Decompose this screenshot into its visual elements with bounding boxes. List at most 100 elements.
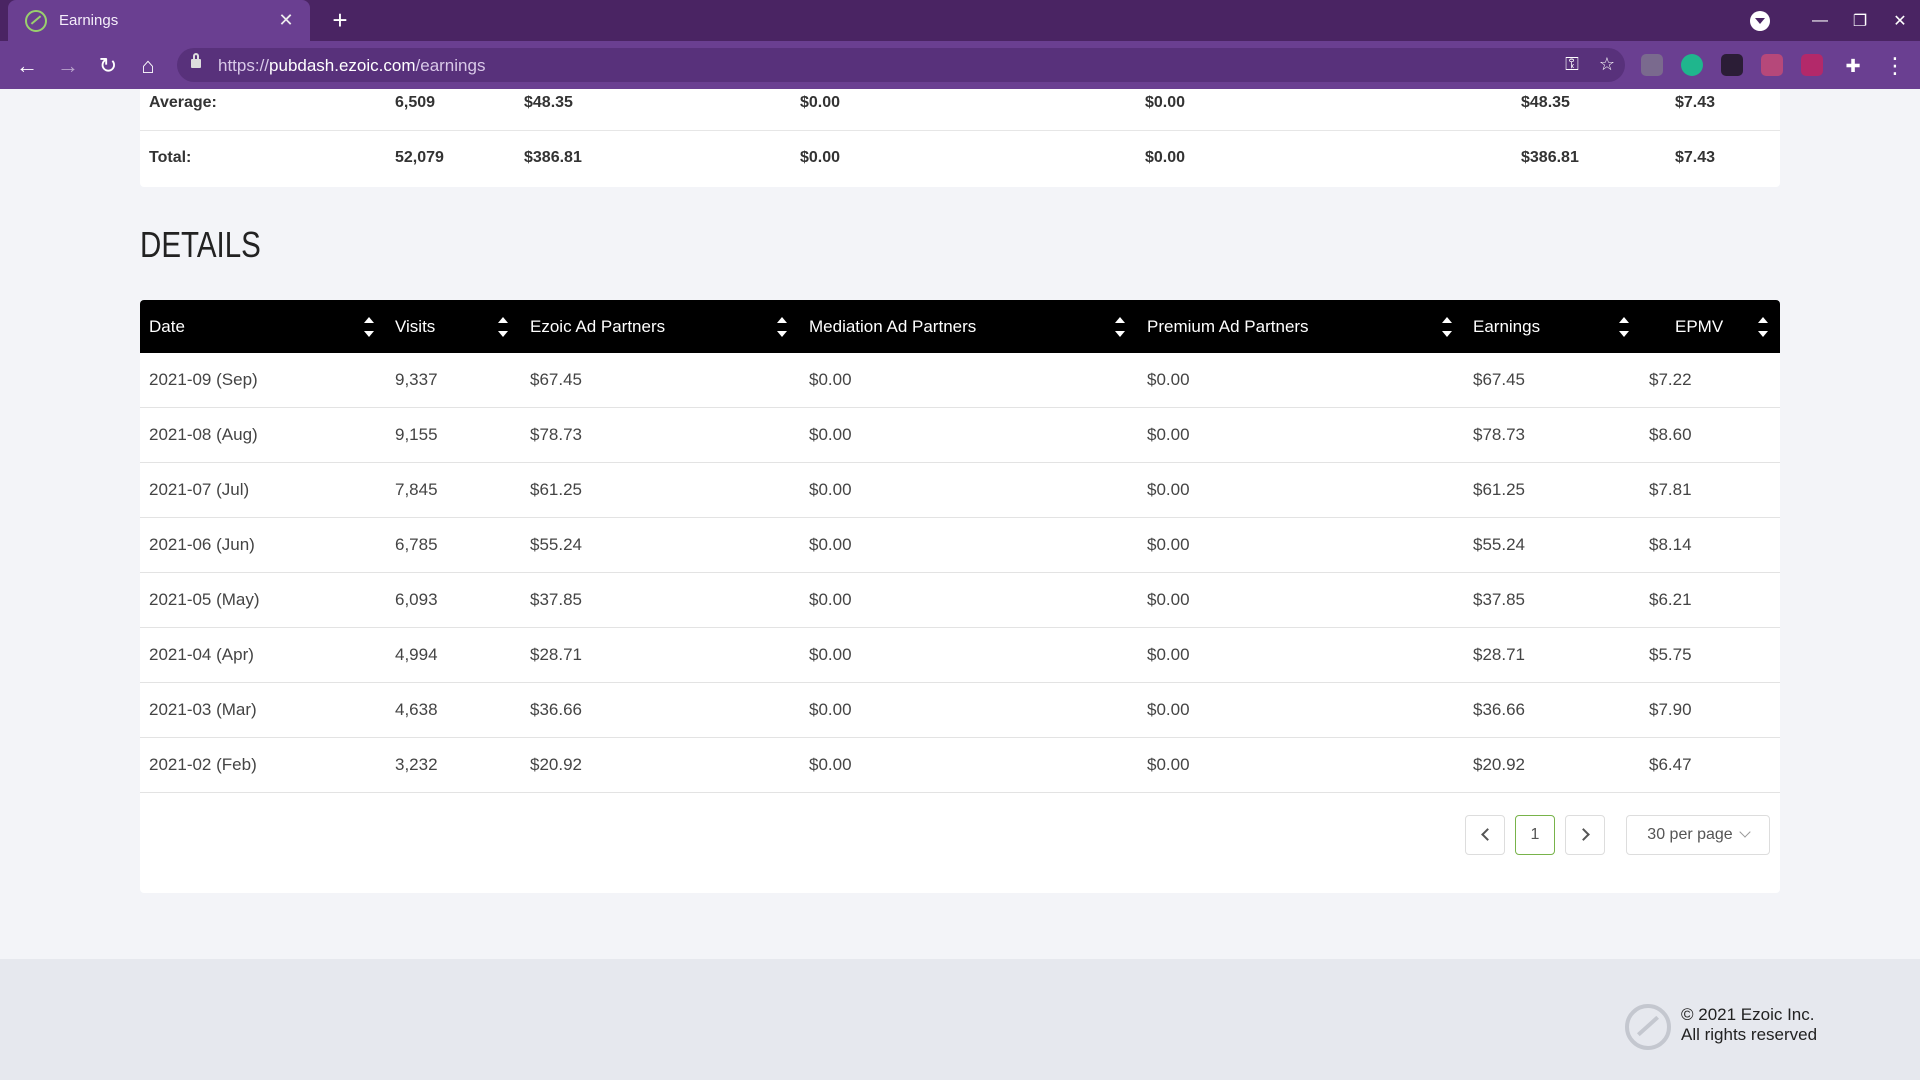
- cell-earnings: $36.66: [1473, 700, 1525, 719]
- extension-icon[interactable]: [1761, 54, 1783, 76]
- previous-page-button[interactable]: [1465, 815, 1505, 855]
- summary-premium: $0.00: [1145, 94, 1186, 111]
- column-header-visits[interactable]: Visits: [395, 300, 435, 353]
- chevron-right-icon: [1576, 828, 1590, 841]
- cell-premium: $0.00: [1147, 755, 1190, 774]
- cell-mediation: $0.00: [809, 480, 852, 499]
- cell-premium: $0.00: [1147, 700, 1190, 719]
- table-row: 2021-06 (Jun) 6,785 $55.24 $0.00 $0.00 $55.24…: [140, 518, 1780, 573]
- cell-mediation: $0.00: [809, 755, 852, 774]
- browser-toolbar: ← → ↻ ⌂ https://pubdash.ezoic.com/earnin…: [0, 41, 1920, 89]
- sort-icon[interactable]: [1115, 317, 1125, 337]
- cell-visits: 3,232: [395, 755, 438, 774]
- cell-ezoic: $55.24: [530, 535, 582, 554]
- address-bar[interactable]: https://pubdash.ezoic.com/earnings ⚿ ☆: [177, 48, 1625, 82]
- cell-earnings: $37.85: [1473, 590, 1525, 609]
- summary-mediation: $0.00: [800, 94, 841, 111]
- cell-premium: $0.00: [1147, 370, 1190, 389]
- ublock-extension-icon[interactable]: [1641, 54, 1663, 76]
- per-page-select[interactable]: 30 per page: [1626, 815, 1770, 855]
- cell-earnings: $55.24: [1473, 535, 1525, 554]
- cell-premium: $0.00: [1147, 535, 1190, 554]
- cell-mediation: $0.00: [809, 370, 852, 389]
- page-footer: © 2021 Ezoic Inc. All rights reserved: [0, 959, 1920, 1080]
- cell-ezoic: $61.25: [530, 480, 582, 499]
- minimize-icon[interactable]: —: [1800, 12, 1840, 30]
- summary-label: Average:: [149, 94, 217, 111]
- sort-icon[interactable]: [1442, 317, 1452, 337]
- sort-icon[interactable]: [777, 317, 787, 337]
- cell-ezoic: $37.85: [530, 590, 582, 609]
- sort-icon[interactable]: [1619, 317, 1629, 337]
- cell-date: 2021-08 (Aug): [149, 425, 258, 444]
- column-header-earnings[interactable]: Earnings: [1473, 300, 1540, 353]
- chevron-left-icon: [1480, 828, 1494, 841]
- grammarly-extension-icon[interactable]: [1681, 54, 1703, 76]
- details-table: Date Visits Ezoic Ad Partners Mediation …: [140, 300, 1780, 893]
- extension-icon[interactable]: [1801, 54, 1823, 76]
- cell-date: 2021-05 (May): [149, 590, 260, 609]
- summary-ezoic: $48.35: [524, 94, 573, 111]
- bookmark-star-icon[interactable]: ☆: [1599, 54, 1615, 75]
- key-icon[interactable]: ⚿: [1565, 54, 1579, 75]
- extension-icon[interactable]: [1721, 54, 1743, 76]
- footer-text: © 2021 Ezoic Inc. All rights reserved: [1681, 1005, 1817, 1045]
- kebab-menu-icon[interactable]: ⋮: [1880, 51, 1910, 81]
- home-icon[interactable]: ⌂: [133, 51, 163, 81]
- cell-date: 2021-06 (Jun): [149, 535, 255, 554]
- restore-icon[interactable]: ❐: [1840, 11, 1880, 31]
- summary-epmv: $7.43: [1675, 94, 1716, 111]
- cell-visits: 6,093: [395, 590, 438, 609]
- new-tab-button[interactable]: +: [325, 6, 355, 36]
- cell-earnings: $67.45: [1473, 370, 1525, 389]
- column-header-premium-ad-partners[interactable]: Premium Ad Partners: [1147, 300, 1309, 353]
- cell-date: 2021-02 (Feb): [149, 755, 257, 774]
- summary-earnings: $386.81: [1521, 149, 1579, 166]
- close-window-icon[interactable]: ✕: [1880, 11, 1920, 31]
- url-text: https://pubdash.ezoic.com/earnings: [218, 56, 486, 75]
- cell-epmv: $7.90: [1649, 700, 1692, 719]
- lock-icon[interactable]: [191, 53, 201, 68]
- sort-icon[interactable]: [364, 317, 374, 337]
- page-button-current[interactable]: 1: [1515, 815, 1555, 855]
- cell-ezoic: $78.73: [530, 425, 582, 444]
- summary-premium: $0.00: [1145, 149, 1186, 166]
- summary-label: Total:: [149, 149, 192, 166]
- cell-epmv: $6.47: [1649, 755, 1692, 774]
- cell-visits: 9,155: [395, 425, 438, 444]
- cell-epmv: $7.22: [1649, 370, 1692, 389]
- table-row: 2021-02 (Feb) 3,232 $20.92 $0.00 $0.00 $20.92…: [140, 738, 1780, 793]
- column-header-mediation-ad-partners[interactable]: Mediation Ad Partners: [809, 300, 976, 353]
- cell-date: 2021-07 (Jul): [149, 480, 250, 499]
- cell-epmv: $8.14: [1649, 535, 1692, 554]
- sort-icon[interactable]: [1758, 317, 1768, 337]
- puzzle-extensions-icon[interactable]: ✚: [1838, 51, 1868, 81]
- table-row: 2021-03 (Mar) 4,638 $36.66 $0.00 $0.00 $36.66…: [140, 683, 1780, 738]
- reload-icon[interactable]: ↻: [93, 51, 123, 81]
- column-header-date[interactable]: Date: [149, 300, 185, 353]
- next-page-button[interactable]: [1565, 815, 1605, 855]
- forward-arrow-icon[interactable]: →: [53, 51, 83, 81]
- column-header-ezoic-ad-partners[interactable]: Ezoic Ad Partners: [530, 300, 665, 353]
- details-heading: DETAILS: [140, 224, 261, 265]
- table-row: 2021-04 (Apr) 4,994 $28.71 $0.00 $0.00 $28.71…: [140, 628, 1780, 683]
- sort-icon[interactable]: [498, 317, 508, 337]
- column-header-epmv[interactable]: EPMV: [1675, 300, 1723, 353]
- ezoic-logo-icon: [1625, 1004, 1671, 1050]
- cell-mediation: $0.00: [809, 645, 852, 664]
- browser-tab-earnings[interactable]: Earnings ✕: [8, 0, 310, 41]
- summary-earnings: $48.35: [1521, 94, 1570, 111]
- profile-menu-icon[interactable]: [1750, 10, 1770, 31]
- back-arrow-icon[interactable]: ←: [12, 51, 42, 81]
- ezoic-favicon-icon: [25, 9, 47, 32]
- table-row: 2021-07 (Jul) 7,845 $61.25 $0.00 $0.00 $61.25…: [140, 463, 1780, 518]
- summary-card: Average: 6,509 $48.35 $0.00 $0.00 $48.35…: [140, 89, 1780, 187]
- per-page-value: 30 per page: [1647, 826, 1733, 843]
- cell-epmv: $8.60: [1649, 425, 1692, 444]
- cell-mediation: $0.00: [809, 535, 852, 554]
- cell-visits: 6,785: [395, 535, 438, 554]
- tab-close-icon[interactable]: ✕: [276, 10, 296, 30]
- rights-text: All rights reserved: [1681, 1025, 1818, 1044]
- table-row: 2021-09 (Sep) 9,337 $67.45 $0.00 $0.00 $67.45…: [140, 353, 1780, 408]
- cell-date: 2021-03 (Mar): [149, 700, 257, 719]
